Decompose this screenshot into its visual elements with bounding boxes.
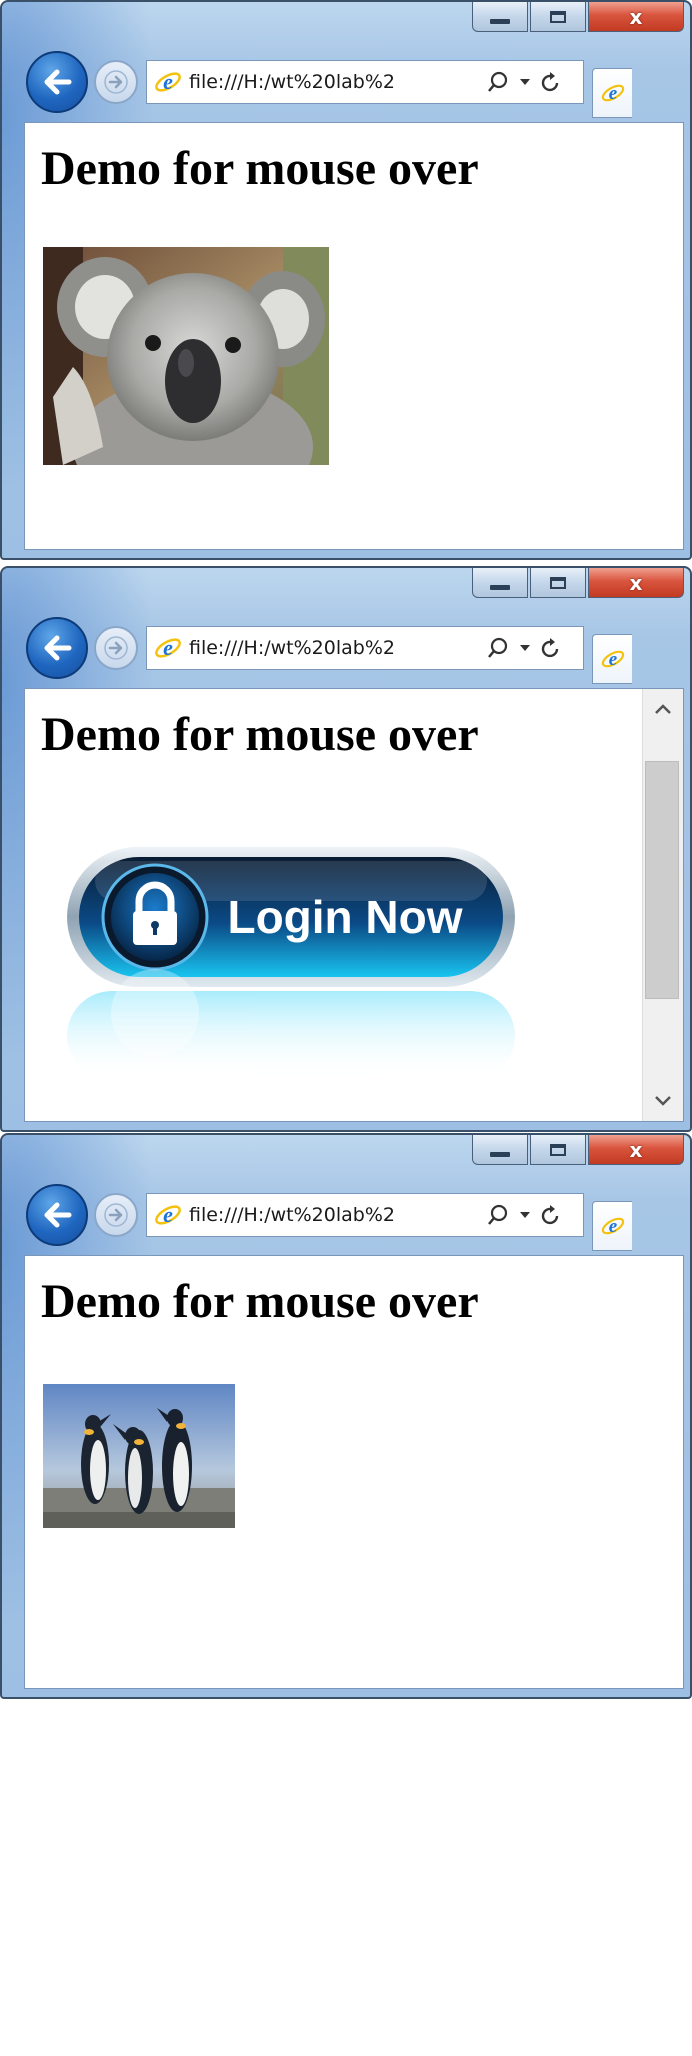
search-icon[interactable]: [487, 1204, 509, 1226]
svg-text:e: e: [163, 69, 173, 94]
url-text: file:///H:/wt%20lab%2: [189, 637, 395, 659]
refresh-icon[interactable]: [541, 71, 561, 93]
maximize-icon: [550, 1143, 566, 1156]
browser-window-koala: x e file:///H:/wt%20lab%2 e Demo for mou…: [0, 0, 692, 560]
forward-arrow-icon: [104, 636, 128, 660]
svg-text:e: e: [608, 649, 617, 670]
maximize-icon: [550, 10, 566, 23]
search-icon[interactable]: [487, 71, 509, 93]
svg-text:e: e: [163, 635, 173, 660]
svg-text:e: e: [608, 83, 617, 104]
browser-window-penguins: x e file:///H:/wt%20lab%2 e Demo for mou…: [0, 1133, 692, 1699]
refresh-icon[interactable]: [541, 637, 561, 659]
close-button[interactable]: x: [588, 1135, 684, 1165]
close-icon: x: [629, 570, 643, 595]
navigation-bar: e file:///H:/wt%20lab%2 e: [26, 612, 690, 684]
tab-stub[interactable]: e: [592, 634, 632, 684]
back-button[interactable]: [26, 1184, 88, 1246]
chevron-down-icon[interactable]: [519, 77, 531, 87]
login-now-label: Login Now: [227, 891, 462, 943]
login-now-button[interactable]: Login Now: [65, 843, 521, 1083]
internet-explorer-icon: e: [155, 1202, 181, 1227]
close-icon: x: [629, 4, 643, 29]
scroll-up-button[interactable]: [643, 689, 683, 729]
maximize-button[interactable]: [530, 1135, 586, 1165]
tab-stub[interactable]: e: [592, 1201, 632, 1251]
maximize-button[interactable]: [530, 568, 586, 598]
chevron-down-icon[interactable]: [519, 643, 531, 653]
chevron-up-icon: [655, 704, 671, 714]
page-content: Demo for mouse over: [24, 1255, 684, 1689]
tab-stub[interactable]: e: [592, 68, 632, 118]
minimize-button[interactable]: [472, 568, 528, 598]
url-text: file:///H:/wt%20lab%2: [189, 71, 395, 93]
navigation-bar: e file:///H:/wt%20lab%2 e: [26, 46, 690, 118]
svg-text:e: e: [608, 1216, 617, 1237]
forward-arrow-icon: [104, 70, 128, 94]
minimize-icon: [490, 1152, 510, 1157]
address-bar[interactable]: e file:///H:/wt%20lab%2: [146, 626, 584, 670]
internet-explorer-icon: e: [601, 649, 624, 670]
internet-explorer-icon: e: [601, 83, 624, 104]
refresh-icon[interactable]: [541, 1204, 561, 1226]
url-text: file:///H:/wt%20lab%2: [189, 1204, 395, 1226]
close-button[interactable]: x: [588, 2, 684, 32]
login-button-graphic: Login Now: [67, 847, 515, 1081]
chevron-down-icon: [655, 1096, 671, 1106]
close-icon: x: [629, 1137, 643, 1162]
back-button[interactable]: [26, 51, 88, 113]
address-bar[interactable]: e file:///H:/wt%20lab%2: [146, 60, 584, 104]
vertical-scrollbar[interactable]: [642, 689, 683, 1121]
minimize-icon: [490, 19, 510, 24]
internet-explorer-icon: e: [601, 1216, 624, 1237]
window-caption-buttons: x: [472, 2, 684, 40]
maximize-icon: [550, 576, 566, 589]
back-arrow-icon: [44, 635, 72, 661]
window-caption-buttons: x: [472, 568, 684, 606]
window-caption-buttons: x: [472, 1135, 684, 1173]
chevron-down-icon[interactable]: [519, 1210, 531, 1220]
forward-button[interactable]: [94, 626, 138, 670]
internet-explorer-icon: e: [155, 635, 181, 660]
koala-image[interactable]: [43, 247, 329, 465]
minimize-icon: [490, 585, 510, 590]
page-content: Demo for mouse over: [24, 688, 684, 1122]
back-arrow-icon: [44, 69, 72, 95]
search-icon[interactable]: [487, 637, 509, 659]
minimize-button[interactable]: [472, 2, 528, 32]
internet-explorer-icon: e: [155, 69, 181, 94]
svg-text:e: e: [163, 1202, 173, 1227]
close-button[interactable]: x: [588, 568, 684, 598]
page-content: Demo for mouse over: [24, 122, 684, 550]
navigation-bar: e file:///H:/wt%20lab%2 e: [26, 1179, 690, 1251]
address-bar[interactable]: e file:///H:/wt%20lab%2: [146, 1193, 584, 1237]
back-button[interactable]: [26, 617, 88, 679]
penguins-image[interactable]: [43, 1384, 235, 1528]
page-title: Demo for mouse over: [41, 1275, 479, 1328]
forward-arrow-icon: [104, 1203, 128, 1227]
page-title: Demo for mouse over: [41, 142, 479, 195]
forward-button[interactable]: [94, 1193, 138, 1237]
page-title: Demo for mouse over: [41, 708, 479, 761]
minimize-button[interactable]: [472, 1135, 528, 1165]
back-arrow-icon: [44, 1202, 72, 1228]
maximize-button[interactable]: [530, 2, 586, 32]
scroll-thumb[interactable]: [645, 761, 679, 999]
scroll-down-button[interactable]: [643, 1081, 683, 1121]
browser-window-login: x e file:///H:/wt%20lab%2 e Demo for mou…: [0, 566, 692, 1132]
forward-button[interactable]: [94, 60, 138, 104]
